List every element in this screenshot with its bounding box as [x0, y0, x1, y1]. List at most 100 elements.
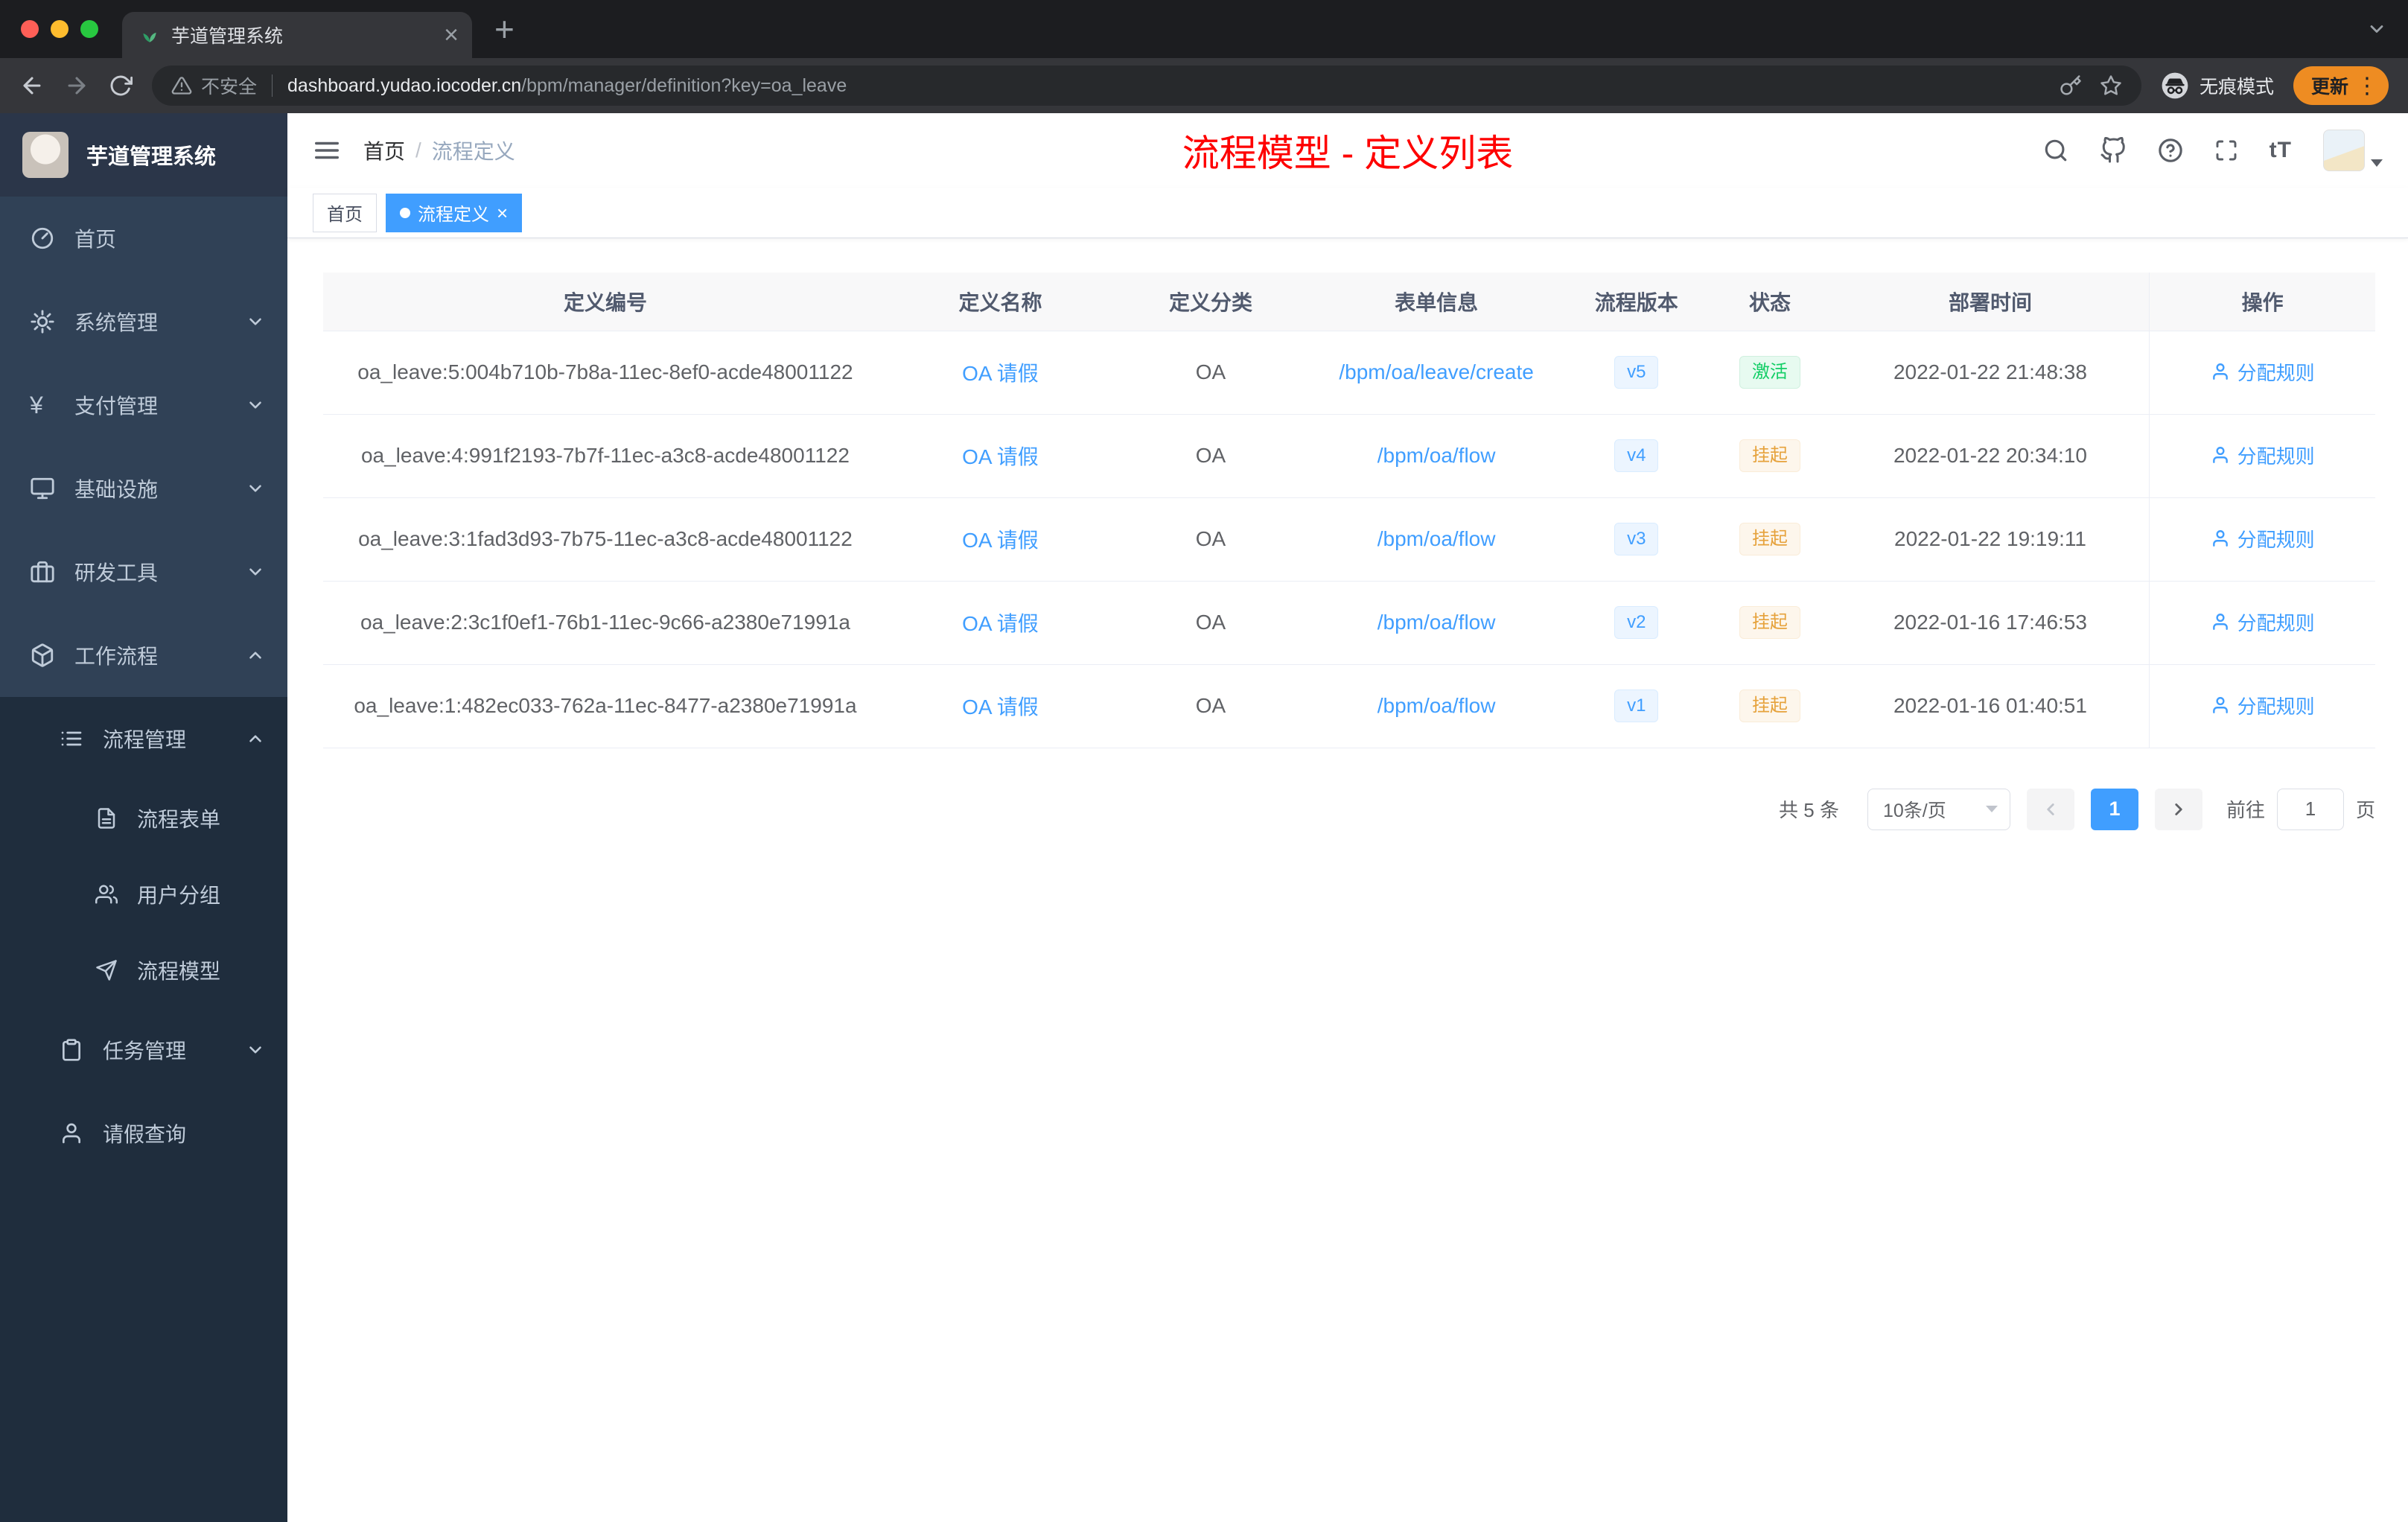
sidebar-item-process-forms[interactable]: 流程表单 — [0, 780, 287, 856]
tab-search-chevron-icon[interactable] — [2366, 19, 2387, 39]
assign-rule-link[interactable]: 分配规则 — [2211, 608, 2315, 636]
search-icon[interactable] — [2043, 138, 2068, 163]
dashboard-icon — [30, 226, 55, 251]
sidebar-item-system[interactable]: 系统管理 — [0, 280, 287, 363]
help-icon[interactable] — [2158, 138, 2183, 163]
font-size-icon[interactable]: tT — [2270, 138, 2292, 163]
assign-rule-link[interactable]: 分配规则 — [2211, 525, 2315, 553]
sidebar-item-label: 任务管理 — [103, 1039, 187, 1063]
page-annotation: 流程模型 - 定义列表 — [1182, 133, 1514, 174]
sidebar-item-user-groups[interactable]: 用户分组 — [0, 856, 287, 932]
monitor-icon — [30, 476, 55, 501]
status-badge: 挂起 — [1739, 689, 1800, 723]
sidebar-item-home[interactable]: 首页 — [0, 197, 287, 280]
definition-name-link[interactable]: OA 请假 — [962, 362, 1039, 385]
definition-name-link[interactable]: OA 请假 — [962, 612, 1039, 635]
definition-id: oa_leave:1:482ec033-762a-11ec-8477-a2380… — [323, 664, 888, 748]
sidebar-item-leave-query[interactable]: 请假查询 — [0, 1092, 287, 1175]
status-badge: 激活 — [1739, 355, 1800, 389]
forward-button-icon[interactable] — [64, 73, 89, 98]
form-info-link[interactable]: /bpm/oa/leave/create — [1339, 360, 1534, 383]
app-window: 芋道管理系统 首页 系统管理 ¥ 支付管理 基础设施 研发工具 工作流程 流程管… — [0, 113, 2408, 1522]
form-info-link[interactable]: /bpm/oa/flow — [1377, 611, 1496, 634]
version-badge: v5 — [1614, 355, 1659, 389]
status-badge: 挂起 — [1739, 439, 1800, 473]
current-page-button[interactable]: 1 — [2090, 788, 2138, 830]
new-tab-button[interactable]: + — [494, 12, 515, 46]
definition-id: oa_leave:2:3c1f0ef1-76b1-11ec-9c66-a2380… — [323, 581, 888, 665]
back-button-icon[interactable] — [19, 73, 45, 98]
browser-update-button[interactable]: 更新 ⋮ — [2293, 66, 2389, 105]
incognito-badge: 无痕模式 — [2161, 71, 2274, 100]
incognito-icon — [2161, 71, 2189, 100]
user-icon — [2211, 529, 2230, 548]
window-minimize-button[interactable] — [51, 20, 69, 38]
chevron-down-icon — [246, 562, 265, 582]
definition-table: 定义编号 定义名称 定义分类 表单信息 流程版本 状态 部署时间 操作 oa_l — [323, 273, 2375, 748]
window-close-button[interactable] — [21, 20, 39, 38]
breadcrumb-home[interactable]: 首页 — [363, 136, 405, 165]
update-label: 更新 — [2310, 77, 2348, 98]
tag-active-dot — [400, 207, 410, 218]
sidebar-item-workflow[interactable]: 工作流程 — [0, 614, 287, 697]
navbar-tools: tT — [2043, 130, 2383, 171]
form-info-link[interactable]: /bpm/oa/flow — [1377, 694, 1496, 717]
box-icon — [30, 643, 55, 668]
tab-close-icon[interactable]: × — [444, 22, 459, 48]
tag-close-icon[interactable]: × — [497, 203, 508, 223]
tab-title: 芋道管理系统 — [171, 26, 284, 47]
fullscreen-icon[interactable] — [2214, 138, 2238, 162]
reload-button-icon[interactable] — [109, 74, 133, 98]
users-icon — [95, 883, 118, 905]
security-label[interactable]: 不安全 — [201, 72, 257, 99]
column-header-actions: 操作 — [2149, 273, 2375, 331]
sidebar-item-payment[interactable]: ¥ 支付管理 — [0, 363, 287, 447]
sidebar-item-infrastructure[interactable]: 基础设施 — [0, 447, 287, 530]
sidebar-toggle-icon[interactable] — [313, 136, 341, 165]
sidebar-item-task-management[interactable]: 任务管理 — [0, 1008, 287, 1092]
select-caret-icon — [1985, 806, 1998, 812]
assign-rule-link[interactable]: 分配规则 — [2211, 442, 2315, 469]
column-header-deploy-time: 部署时间 — [1831, 273, 2150, 331]
assign-rule-link[interactable]: 分配规则 — [2211, 358, 2315, 386]
definition-name-link[interactable]: OA 请假 — [962, 445, 1039, 468]
chevron-down-icon — [246, 1040, 265, 1060]
tag-home[interactable]: 首页 — [313, 193, 377, 232]
address-bar[interactable]: 不安全 dashboard.yudao.iocoder.cn /bpm/mana… — [152, 66, 2141, 106]
form-info-link[interactable]: /bpm/oa/flow — [1377, 444, 1496, 467]
page-size-select[interactable]: 10条/页 — [1867, 788, 2010, 830]
deploy-time: 2022-01-22 20:34:10 — [1831, 414, 2150, 498]
form-info-link[interactable]: /bpm/oa/flow — [1377, 527, 1496, 550]
definition-name-link[interactable]: OA 请假 — [962, 695, 1039, 719]
prev-page-button[interactable] — [2026, 788, 2074, 830]
goto-page-input[interactable] — [2276, 788, 2344, 830]
github-icon[interactable] — [2100, 137, 2127, 164]
sidebar-item-process-management[interactable]: 流程管理 — [0, 697, 287, 780]
sidebar-item-process-models[interactable]: 流程模型 — [0, 932, 287, 1008]
assign-rule-link[interactable]: 分配规则 — [2211, 692, 2315, 719]
next-page-button[interactable] — [2154, 788, 2202, 830]
incognito-label: 无痕模式 — [2199, 77, 2274, 98]
browser-tab[interactable]: 芋道管理系统 × — [122, 12, 472, 58]
url-path: /bpm/manager/definition?key=oa_leave — [521, 74, 847, 96]
table-row: oa_leave:5:004b710b-7b8a-11ec-8ef0-acde4… — [323, 331, 2375, 415]
table-header-row: 定义编号 定义名称 定义分类 表单信息 流程版本 状态 部署时间 操作 — [323, 273, 2375, 331]
definition-name-link[interactable]: OA 请假 — [962, 529, 1039, 552]
chevron-down-icon — [246, 479, 265, 498]
sidebar-item-devtools[interactable]: 研发工具 — [0, 530, 287, 614]
tag-process-definition[interactable]: 流程定义 × — [386, 193, 523, 232]
definition-category: OA — [1113, 414, 1308, 498]
column-header-id: 定义编号 — [323, 273, 888, 331]
sidebar-item-label: 流程模型 — [137, 960, 221, 983]
password-key-icon[interactable] — [2060, 74, 2082, 97]
column-header-version: 流程版本 — [1564, 273, 1709, 331]
window-zoom-button[interactable] — [80, 20, 98, 38]
breadcrumb: 首页 / 流程定义 — [363, 136, 515, 165]
sidebar-logo[interactable]: 芋道管理系统 — [0, 113, 287, 197]
bookmark-star-icon[interactable] — [2100, 74, 2122, 97]
user-avatar[interactable] — [2323, 130, 2383, 171]
column-header-status: 状态 — [1708, 273, 1832, 331]
main-area: 首页 / 流程定义 流程模型 - 定义列表 tT 首页 流程定义 × 定义编号 … — [287, 113, 2408, 1522]
sidebar-item-label: 用户分组 — [137, 884, 221, 907]
browser-menu-icon[interactable]: ⋮ — [2356, 73, 2378, 99]
